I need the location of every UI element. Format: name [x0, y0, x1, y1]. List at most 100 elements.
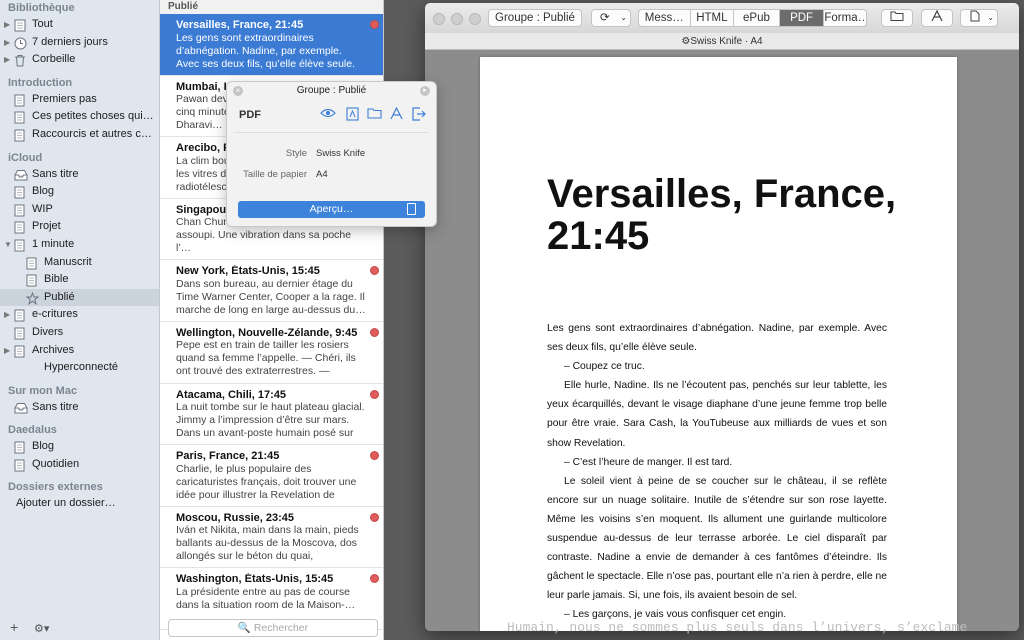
font-button[interactable] [921, 9, 953, 27]
list-item[interactable]: Wellington, Nouvelle-Zélande, 9:45 Pepe e… [160, 322, 383, 384]
list-item-title: Paris, France, 21:45 [176, 450, 280, 463]
sidebar-item[interactable]: Hyperconnecté [0, 359, 159, 377]
paper-size-label: Taille de papier [243, 169, 307, 180]
sidebar-item[interactable]: ▶ e-critures [0, 306, 159, 324]
document-icon [14, 94, 26, 107]
format-segmented-control: Mess… HTML ePub PDF Forma… [638, 9, 867, 27]
library-icon [14, 19, 26, 32]
format-tab-html[interactable]: HTML [691, 10, 735, 26]
paragraph: Le soleil vient à peine de se coucher su… [547, 475, 888, 602]
sidebar-item[interactable]: Projet [0, 218, 159, 236]
document-icon [970, 10, 980, 25]
sidebar-item[interactable]: ▶ Tout [0, 16, 159, 34]
document-icon [14, 221, 26, 234]
sidebar-item-label: Premiers pas [32, 92, 97, 105]
list-item-title: Versailles, France, 21:45 [176, 19, 304, 31]
style-label: Style [285, 148, 307, 159]
list-item-excerpt: Les gens sont extraordinaires d’abnégati… [176, 31, 355, 70]
sidebar-item[interactable]: Publié [0, 288, 159, 307]
sidebar-item-label: WIP [32, 202, 53, 215]
sidebar-item[interactable]: Premiers pas [0, 91, 159, 109]
sidebar-item-label: Corbeille [32, 53, 76, 66]
disclosure-closed-icon[interactable]: ▶ [4, 342, 10, 360]
disclosure-open-icon[interactable]: ▼ [4, 236, 12, 254]
status-dot-icon [370, 512, 379, 522]
sidebar-item[interactable]: ▶ Corbeille [0, 51, 159, 69]
page-body: Les gens sont extraordinaires d’abnégati… [547, 319, 887, 625]
star-icon [25, 291, 40, 305]
list-item[interactable]: New York, États-Unis, 15:45 Dans son bure… [160, 260, 383, 322]
sidebar-item[interactable]: Raccourcis et autres con… [0, 126, 159, 144]
format-tab-messages[interactable]: Mess… [639, 10, 691, 26]
sidebar-item[interactable]: ▶ Archives [0, 342, 159, 360]
folder-button[interactable] [881, 9, 913, 27]
style-bar[interactable]: ⚙Swiss Knife · A4 [425, 33, 1019, 50]
list-item-title: Moscou, Russie, 23:45 [176, 511, 294, 524]
sidebar-item[interactable]: Manuscrit [0, 254, 159, 272]
font-icon[interactable] [388, 106, 404, 122]
sidebar-item[interactable]: Quotidien [0, 456, 159, 474]
document-icon [14, 186, 26, 199]
add-icon[interactable]: + [10, 619, 18, 635]
refresh-button[interactable]: ⟳ ⌄ [591, 9, 631, 27]
popover-title: Groupe : Publié [296, 85, 367, 96]
document-icon [14, 111, 26, 124]
sidebar-item[interactable]: Blog [0, 183, 159, 201]
preview-window: Groupe : Publié ⟳ ⌄ Mess… HTML ePub PDF … [425, 3, 1019, 631]
disclosure-closed-icon[interactable]: ▶ [4, 16, 10, 34]
disclosure-closed-icon[interactable]: ▶ [4, 34, 10, 52]
sidebar-item[interactable]: Blog [0, 438, 159, 456]
sidebar-item[interactable]: ▼ 1 minute [0, 236, 159, 254]
inbox-icon [14, 402, 28, 414]
preview-button[interactable]: Aperçu… [238, 201, 425, 218]
zoom-window-button[interactable] [469, 13, 481, 25]
folder-icon[interactable] [366, 107, 382, 122]
template-icon[interactable] [344, 107, 360, 122]
list-item-excerpt: Pepe est en train de tailler les rosiers… [176, 339, 356, 378]
disclosure-closed-icon[interactable]: ▶ [4, 306, 10, 324]
detach-popover-icon[interactable]: ▸ [420, 86, 430, 96]
sidebar-item[interactable]: WIP [0, 201, 159, 219]
sidebar-item[interactable]: Sans titre [0, 399, 159, 417]
paragraph: – Coupez ce truc. [564, 361, 645, 373]
document-icon [14, 204, 26, 217]
list-item-excerpt: Iván et Nikita, main dans la main, pieds… [176, 524, 359, 563]
sidebar-item[interactable]: Sans titre [0, 166, 159, 184]
sidebar-item[interactable]: Ajouter un dossier… [0, 495, 159, 513]
close-window-button[interactable] [433, 13, 445, 25]
share-icon[interactable] [410, 107, 426, 122]
sidebar-item[interactable]: ▶ 7 derniers jours [0, 34, 159, 52]
disclosure-closed-icon[interactable]: ▶ [4, 51, 10, 69]
list-item[interactable]: Paris, France, 21:45 Charlie, le plus pop… [160, 445, 383, 507]
sidebar-item[interactable]: Ces petites choses qui fo… [0, 108, 159, 126]
paper-size-value[interactable]: A4 [316, 169, 328, 180]
search-field[interactable]: 🔍 Rechercher [168, 619, 378, 637]
sidebar-item[interactable]: Divers [0, 324, 159, 342]
minimize-window-button[interactable] [451, 13, 463, 25]
sidebar-item[interactable]: Bible [0, 271, 159, 289]
format-tab-format[interactable]: Forma… [824, 10, 866, 26]
sidebar-item-label: Ajouter un dossier… [16, 497, 116, 510]
group-button[interactable]: Groupe : Publié [488, 9, 582, 27]
format-tab-epub[interactable]: ePub [734, 10, 780, 26]
sidebar-bottom-bar: + ⚙▾ [0, 616, 160, 640]
style-value[interactable]: Swiss Knife [316, 148, 365, 159]
sidebar-item-label: Publié [44, 290, 75, 303]
list-item[interactable]: Atacama, Chili, 17:45 La nuit tombe sur l… [160, 384, 383, 446]
popover-format-label: PDF [239, 109, 261, 121]
format-tab-pdf[interactable]: PDF [779, 10, 825, 26]
list-item-title: Wellington, Nouvelle-Zélande, 9:45 [176, 326, 358, 339]
sidebar-item-label: Hyperconnecté [44, 361, 118, 374]
sidebar-item-label: Blog [32, 185, 55, 198]
list-item-title: Washington, États-Unis, 15:45 [176, 573, 334, 586]
font-style-icon [930, 9, 944, 25]
paragraph: – C’est l’heure de manger. Il est tard. [564, 456, 733, 468]
list-item[interactable]: Moscou, Russie, 23:45 Iván et Nikita, mai… [160, 507, 383, 569]
sidebar-item-label: Ces petites choses qui fo… [32, 110, 155, 123]
background-editor-text: Humain, nous ne sommes plus seuls dans l… [507, 620, 968, 635]
gear-menu-icon[interactable]: ⚙▾ [34, 622, 49, 635]
export-button[interactable]: ⌄ [960, 9, 998, 27]
sidebar-item-label: Sans titre [32, 400, 79, 413]
eye-icon[interactable] [320, 107, 336, 122]
list-item[interactable]: Versailles, France, 21:45 Les gens sont e… [160, 14, 383, 76]
